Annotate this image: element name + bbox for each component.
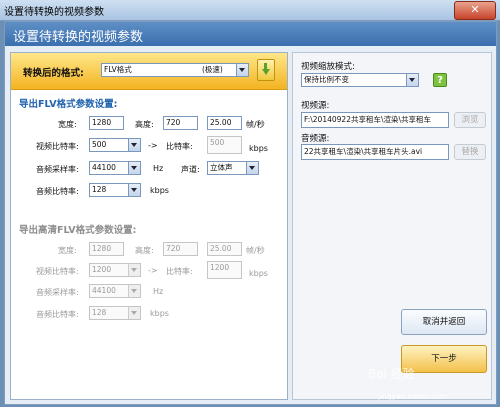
watermark-brand: Bai 经验	[368, 367, 415, 381]
hdflv-asample-select[interactable]: 44100	[89, 284, 141, 298]
flv-bitrate-input[interactable]: 500	[207, 136, 242, 154]
hdflv-bitrate-unit: kbps	[249, 269, 268, 278]
flv-bitrate-label: 比特率:	[166, 142, 193, 151]
dialog-heading: 设置待转换的视频参数	[13, 30, 144, 45]
window-title: 设置待转换的视频参数	[4, 7, 104, 18]
hdflv-width-label: 宽度:	[58, 246, 77, 255]
hdflv-vbitrate-value: 1200	[92, 265, 112, 274]
chevron-down-icon	[128, 162, 140, 174]
flv-channel-select[interactable]: 立体声	[207, 161, 259, 175]
flv-height-label: 高度:	[135, 120, 154, 129]
hdflv-abitrate-value: 128	[92, 308, 107, 317]
flv-abitrate-value: 128	[92, 185, 107, 194]
hdflv-arrow: ->	[148, 266, 158, 275]
browse-button[interactable]: 浏览	[454, 112, 486, 128]
hdflv-section-title: 导出高清FLV格式参数设置:	[19, 225, 137, 236]
hdflv-fps-input[interactable]: 25.00	[207, 242, 242, 256]
chevron-down-icon	[406, 74, 418, 86]
flv-asample-value: 44100	[92, 163, 116, 172]
flv-asample-label: 音频采样率:	[36, 165, 79, 174]
help-icon[interactable]: ?	[433, 73, 447, 87]
flv-channel-value: 立体声	[210, 163, 233, 172]
hdflv-fps-unit: 帧/秒	[246, 246, 265, 255]
hdflv-abitrate-select[interactable]: 128	[89, 306, 141, 320]
flv-arrow: ->	[148, 141, 158, 150]
video-source-label: 视频源:	[301, 101, 330, 111]
format-label: 转换后的格式:	[23, 68, 84, 79]
replace-button[interactable]: 替换	[454, 144, 486, 160]
flv-channel-label: 声道:	[181, 165, 200, 174]
chevron-down-icon	[128, 139, 140, 151]
hdflv-asample-label: 音频采样率:	[36, 288, 79, 297]
hdflv-abitrate-unit: kbps	[150, 309, 169, 318]
format-bar: 转换后的格式: FLV格式 (极速)	[11, 53, 287, 90]
hdflv-width-input[interactable]: 1280	[89, 242, 124, 256]
hdflv-height-label: 高度:	[135, 246, 154, 255]
format-value: FLV格式	[104, 65, 132, 74]
cancel-return-button[interactable]: 取消并返回	[401, 309, 487, 335]
hdflv-vbitrate-label: 视频比特率:	[36, 267, 79, 276]
flv-height-input[interactable]: 720	[163, 116, 198, 130]
hdflv-asample-value: 44100	[92, 286, 116, 295]
hdflv-asample-unit: Hz	[153, 287, 164, 296]
download-icon[interactable]	[257, 59, 275, 81]
flv-width-input[interactable]: 1280	[89, 116, 124, 130]
format-quality: (极速)	[202, 65, 223, 74]
flv-asample-select[interactable]: 44100	[89, 161, 141, 175]
hdflv-abitrate-label: 音频比特率:	[36, 310, 79, 319]
format-select[interactable]: FLV格式 (极速)	[101, 63, 249, 77]
chevron-down-icon	[246, 162, 258, 174]
chevron-down-icon	[128, 184, 140, 196]
flv-vbitrate-value: 500	[92, 140, 107, 149]
flv-width-label: 宽度:	[58, 120, 77, 129]
dialog-client: 设置待转换的视频参数 转换后的格式: FLV格式 (极速) 导出FLV格式参数设…	[4, 21, 497, 405]
hdflv-bitrate-input[interactable]: 1200	[207, 261, 242, 279]
hdflv-vbitrate-select[interactable]: 1200	[89, 263, 141, 277]
flv-section-title: 导出FLV格式参数设置:	[19, 99, 118, 110]
flv-fps-input[interactable]: 25.00	[207, 116, 242, 130]
video-source-input[interactable]: F:\20140922共享租车\渲染\共享租车	[301, 112, 449, 128]
hdflv-bitrate-label: 比特率:	[166, 267, 193, 276]
flv-asample-unit: Hz	[153, 164, 164, 173]
close-button[interactable]: ✕	[454, 1, 496, 20]
hdflv-height-input[interactable]: 720	[163, 242, 198, 256]
chevron-down-icon	[128, 264, 140, 276]
chevron-down-icon	[128, 285, 140, 297]
flv-vbitrate-label: 视频比特率:	[36, 142, 79, 151]
audio-source-label: 音频源:	[301, 134, 330, 144]
watermark-url: jingyan.baidu.com	[378, 392, 448, 401]
chevron-down-icon	[236, 64, 248, 76]
chevron-down-icon	[128, 307, 140, 319]
dialog-header: 设置待转换的视频参数	[5, 22, 496, 46]
scale-mode-label: 视频缩放模式:	[301, 62, 355, 72]
audio-source-input[interactable]: 22共享租车\渲染\共享租车片头.avi	[301, 144, 449, 160]
scale-mode-select[interactable]: 保持比例不变	[301, 73, 419, 87]
flv-abitrate-select[interactable]: 128	[89, 183, 141, 197]
flv-bitrate-unit: kbps	[249, 144, 268, 153]
flv-fps-unit: 帧/秒	[246, 120, 265, 129]
flv-abitrate-unit: kbps	[150, 186, 169, 195]
scale-mode-value: 保持比例不变	[304, 75, 349, 84]
right-panel: 视频缩放模式: 保持比例不变 ? 视频源: F:\20140922共享租车\渲染…	[292, 52, 492, 400]
window-titlebar: 设置待转换的视频参数 ✕	[0, 0, 500, 21]
flv-vbitrate-select[interactable]: 500	[89, 138, 141, 152]
flv-abitrate-label: 音频比特率:	[36, 187, 79, 196]
left-panel: 转换后的格式: FLV格式 (极速) 导出FLV格式参数设置: 宽度: 1280…	[10, 52, 288, 400]
